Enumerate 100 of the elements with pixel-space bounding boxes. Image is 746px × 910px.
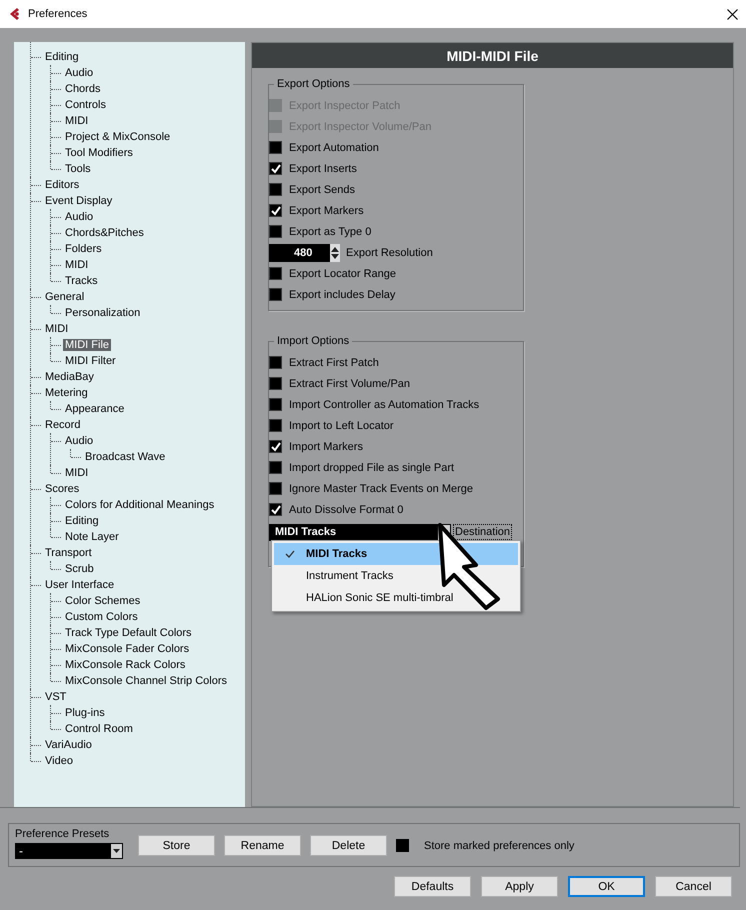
down-arrow-icon (331, 254, 339, 258)
tree-item[interactable]: General (43, 291, 86, 303)
checkbox[interactable] (269, 204, 282, 217)
checkbox[interactable] (269, 398, 282, 411)
dialog-button[interactable]: Apply (481, 876, 558, 897)
dialog-button[interactable]: Cancel (655, 876, 732, 897)
checkbox-label: Auto Dissolve Format 0 (289, 504, 404, 516)
checkbox[interactable] (269, 377, 282, 390)
tree-item[interactable]: VariAudio (43, 739, 94, 751)
check-icon (270, 206, 280, 216)
tree-item[interactable]: Audio (63, 67, 96, 79)
checkbox[interactable] (269, 503, 282, 516)
checkbox-label: Export Inserts (289, 162, 357, 174)
tree-item[interactable]: MIDI (63, 115, 90, 127)
tree-item[interactable]: Project & MixConsole (63, 131, 172, 143)
checkbox[interactable] (269, 419, 282, 432)
tree-item[interactable]: Editing (63, 515, 101, 527)
checkbox-label: Import dropped File as single Part (289, 462, 454, 474)
tree-item[interactable]: Controls (63, 99, 108, 111)
tree-item[interactable]: Tracks (63, 275, 100, 287)
check-icon (285, 550, 295, 558)
tree-item[interactable]: MIDI File (63, 339, 111, 351)
tree-item[interactable]: Note Layer (63, 531, 121, 543)
window-title: Preferences (28, 8, 88, 20)
group-title: Export Options (274, 77, 353, 92)
up-arrow-icon (331, 246, 339, 252)
presets-dropdown[interactable]: - (15, 843, 123, 859)
tree-item[interactable]: Scrub (63, 563, 96, 575)
tree-item[interactable]: MIDI (63, 467, 90, 479)
tree-item[interactable]: MIDI (63, 259, 90, 271)
field-label: Export Resolution (346, 246, 433, 258)
tree-item[interactable]: Chords (63, 83, 102, 95)
checkbox-label: Export as Type 0 (289, 226, 372, 238)
tree-item[interactable]: MixConsole Channel Strip Colors (63, 675, 230, 687)
tree-item[interactable]: Broadcast Wave (83, 451, 168, 463)
checkbox[interactable] (269, 482, 282, 495)
tree-item[interactable]: Appearance (63, 403, 126, 415)
dropdown-arrow-icon (113, 849, 120, 853)
tree-item[interactable]: MixConsole Fader Colors (63, 643, 192, 655)
tree-item[interactable]: Video (43, 755, 75, 767)
dialog-button[interactable]: Defaults (394, 876, 471, 897)
tree-item[interactable]: MediaBay (43, 371, 96, 383)
tree-item[interactable]: Event Display (43, 195, 114, 207)
checkbox[interactable] (269, 440, 282, 453)
checkbox[interactable] (269, 461, 282, 474)
tree-item[interactable]: Personalization (63, 307, 142, 319)
close-icon[interactable] (727, 8, 738, 20)
tree-item[interactable]: MixConsole Rack Colors (63, 659, 188, 671)
preset-button[interactable]: Delete (310, 835, 387, 856)
group-title: Import Options (274, 334, 352, 349)
checkbox-label: Export includes Delay (289, 288, 396, 300)
tree-item[interactable]: Control Room (63, 723, 135, 735)
tree-item[interactable]: Transport (43, 547, 94, 559)
tree-item[interactable]: Track Type Default Colors (63, 627, 194, 639)
checkbox[interactable] (269, 162, 282, 175)
app-logo-icon (8, 7, 22, 21)
checkbox[interactable] (269, 183, 282, 196)
preset-button[interactable]: Rename (224, 835, 301, 856)
tree-item[interactable]: MIDI Filter (63, 355, 118, 367)
check-icon (270, 504, 280, 514)
number-field[interactable]: 480 (269, 244, 340, 262)
presets-label: Preference Presets (15, 828, 110, 840)
checkbox[interactable] (269, 288, 282, 301)
track-type-dropdown[interactable]: MIDI Tracks (269, 524, 451, 540)
checkbox[interactable] (269, 356, 282, 369)
checkbox-label: Import to Left Locator (289, 420, 394, 432)
tree-item[interactable]: Tool Modifiers (63, 147, 135, 159)
tree-item[interactable]: Folders (63, 243, 104, 255)
tree-item[interactable]: Metering (43, 387, 90, 399)
tree-item[interactable]: Colors for Additional Meanings (63, 499, 216, 511)
checkbox[interactable] (269, 267, 282, 280)
tree-item[interactable]: VST (43, 691, 68, 703)
checkbox[interactable] (269, 141, 282, 154)
preset-button[interactable]: Store (138, 835, 215, 856)
check-icon (270, 164, 280, 174)
check-icon (270, 442, 280, 452)
tree-item[interactable]: Audio (63, 435, 96, 447)
panel-title: MIDI-MIDI File (252, 43, 733, 68)
checkbox-label: Ignore Master Track Events on Merge (289, 482, 474, 494)
tree-item[interactable]: Record (43, 419, 82, 431)
tree-item[interactable]: Chords&Pitches (63, 227, 146, 239)
tree-item[interactable]: Editors (43, 179, 82, 191)
tree-item[interactable]: Scores (43, 483, 82, 495)
menu-item[interactable]: Instrument Tracks (274, 565, 518, 587)
checkbox-label: Export Automation (289, 142, 379, 154)
tree-item[interactable]: Plug-ins (63, 707, 107, 719)
dialog-button[interactable]: OK (568, 876, 645, 897)
tree-item[interactable]: Editing (43, 51, 81, 63)
tree-item[interactable]: MIDI (43, 323, 70, 335)
tree-item[interactable]: User Interface (43, 579, 116, 591)
menu-item[interactable]: HALion Sonic SE multi-timbral (274, 587, 518, 609)
tree-item[interactable]: Custom Colors (63, 611, 140, 623)
tree-item[interactable]: Tools (63, 163, 93, 175)
checkbox-label: Store marked preferences only (424, 840, 574, 852)
tree-item[interactable]: Color Schemes (63, 595, 142, 607)
checkbox-label: Import Markers (289, 440, 363, 452)
checkbox-label: Export Locator Range (289, 268, 396, 280)
checkbox[interactable] (269, 225, 282, 238)
tree-item[interactable]: Audio (63, 211, 96, 223)
checkbox[interactable] (396, 839, 409, 852)
